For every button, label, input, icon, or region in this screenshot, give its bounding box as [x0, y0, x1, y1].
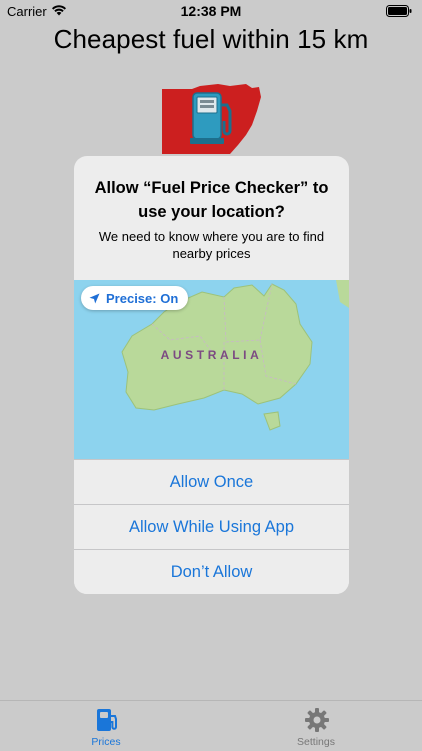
tab-prices[interactable]: Prices [56, 701, 156, 751]
precise-location-toggle[interactable]: Precise: On [81, 286, 189, 310]
page-title: Cheapest fuel within 15 km [53, 24, 369, 54]
location-arrow-icon [89, 293, 100, 304]
allow-once-button[interactable]: Allow Once [74, 459, 349, 504]
location-permission-alert: Allow “Fuel Price Checker” to use your l… [74, 156, 349, 594]
precise-label: Precise: On [106, 290, 179, 306]
fuel-pump-icon [94, 707, 120, 738]
status-bar: Carrier 12:38 PM [0, 0, 422, 22]
alert-title: Allow “Fuel Price Checker” to use your l… [94, 179, 329, 221]
tab-settings-label: Settings [297, 736, 335, 748]
map-region-label: AUSTRALIA [160, 348, 263, 362]
allow-while-using-app-button[interactable]: Allow While Using App [74, 504, 349, 549]
alert-message: We need to know where you are to find ne… [98, 229, 325, 261]
tab-prices-label: Prices [91, 736, 121, 748]
location-map[interactable]: Precise: On [74, 280, 349, 459]
battery-icon [386, 5, 412, 20]
status-time: 12:38 PM [180, 3, 242, 19]
dont-allow-button[interactable]: Don’t Allow [74, 549, 349, 594]
tab-settings[interactable]: Settings [266, 701, 366, 751]
fuel-map-logo [160, 83, 262, 163]
tab-bar: Prices Settings [0, 700, 422, 751]
gear-icon [304, 707, 330, 738]
